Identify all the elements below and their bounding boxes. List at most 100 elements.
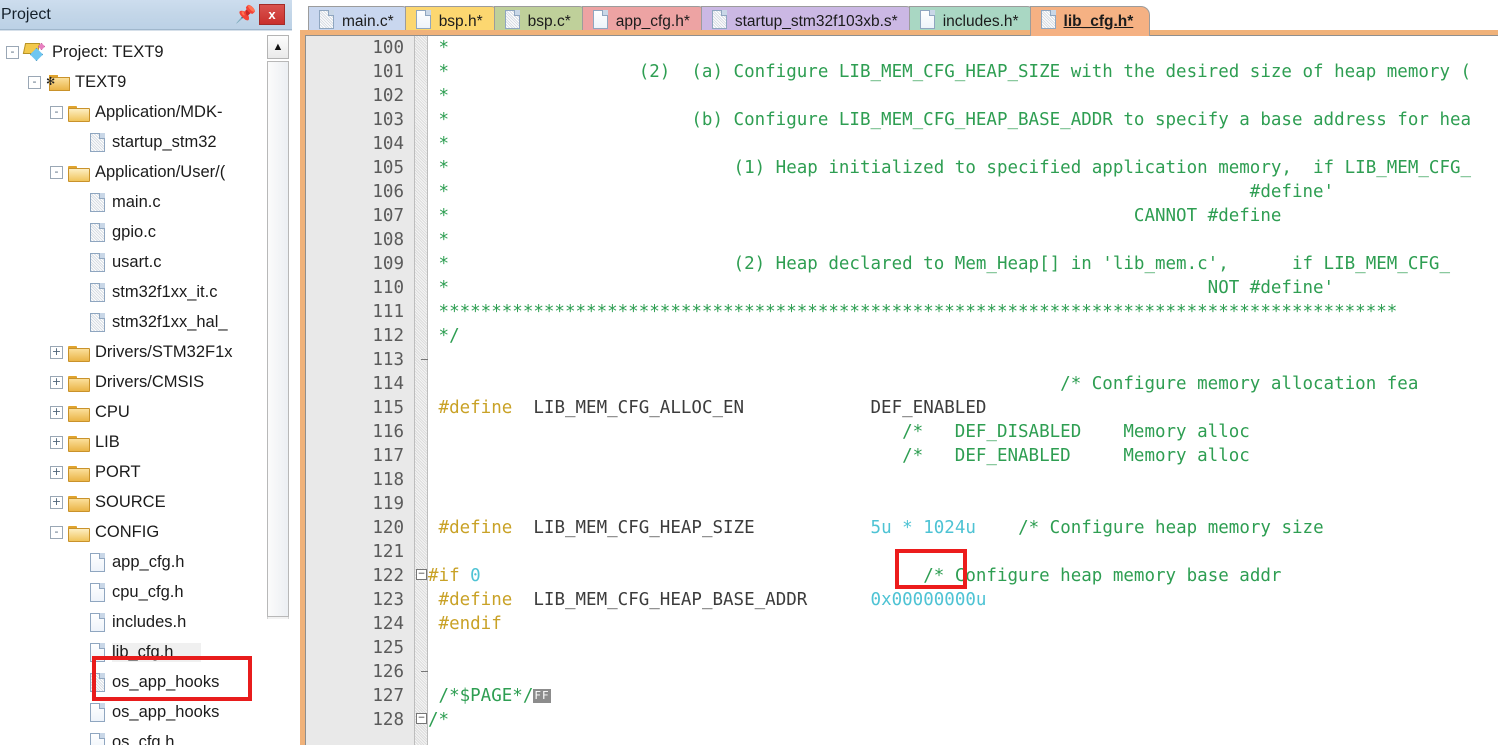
code-line[interactable]	[428, 348, 1498, 372]
code-line[interactable]: * CANNOT #define	[428, 204, 1498, 228]
code-line[interactable]: #if 0 /* Configure heap memory base addr	[428, 564, 1498, 588]
collapse-icon[interactable]: -	[6, 45, 19, 59]
fold-end-icon	[421, 359, 428, 360]
tree-item-drivers-cmsis[interactable]: + Drivers/CMSIS	[0, 367, 262, 397]
collapse-icon[interactable]: -	[50, 165, 63, 179]
tree-item-project-text9[interactable]: - Project: TEXT9	[0, 37, 262, 67]
code-line[interactable]: *	[428, 228, 1498, 252]
code-token: * #define'	[428, 182, 1335, 202]
code-line[interactable]	[428, 540, 1498, 564]
tree-item-os-app-hooks[interactable]: os_app_hooks	[0, 697, 262, 727]
code-line[interactable]	[428, 468, 1498, 492]
code-line[interactable]: * #define'	[428, 180, 1498, 204]
tree-item-gpio-c[interactable]: gpio.c	[0, 217, 262, 247]
code-line[interactable]: ****************************************…	[428, 300, 1498, 324]
line-number: 103	[372, 110, 404, 130]
code-folding-column[interactable]: − −	[414, 36, 428, 745]
tree-item-source[interactable]: + SOURCE	[0, 487, 262, 517]
expand-icon[interactable]: +	[50, 345, 63, 359]
code-line[interactable]	[428, 492, 1498, 516]
tree-item-lib[interactable]: + LIB	[0, 427, 262, 457]
tree-item-text9[interactable]: - ✻ TEXT9	[0, 67, 262, 97]
spacer-icon	[72, 286, 85, 299]
editor-surface[interactable]: 100 101 102 103 104 105 106 107 108 109 110 111 112 1…	[305, 35, 1498, 745]
tab-label: main.c*	[342, 12, 394, 30]
code-line[interactable]: * (2) Heap declared to Mem_Heap[] in 'li…	[428, 252, 1498, 276]
code-line[interactable]: /*	[428, 708, 1498, 732]
tree-item-os-cfg-h[interactable]: os_cfg.h	[0, 727, 262, 745]
file-icon	[90, 672, 105, 692]
expand-icon[interactable]: +	[50, 405, 63, 419]
scrollbar-thumb[interactable]	[267, 61, 289, 617]
tree-item-usart-c[interactable]: usart.c	[0, 247, 262, 277]
code-line[interactable]: #define LIB_MEM_CFG_HEAP_SIZE 5u * 1024u…	[428, 516, 1498, 540]
code-line[interactable]: #endif	[428, 612, 1498, 636]
fold-cell	[415, 636, 427, 660]
code-line[interactable]: * NOT #define'	[428, 276, 1498, 300]
tree-item-label: os_app_hooks	[112, 702, 220, 721]
expand-icon[interactable]: +	[50, 495, 63, 509]
tree-item-app-cfg-h[interactable]: app_cfg.h	[0, 547, 262, 577]
expand-icon[interactable]: +	[50, 375, 63, 389]
tree-item-startup-stm32[interactable]: startup_stm32	[0, 127, 262, 157]
collapse-icon[interactable]: -	[28, 75, 41, 89]
fold-cell	[415, 420, 427, 444]
tab-lib-cfg-h-[interactable]: lib_cfg.h*	[1029, 6, 1151, 36]
code-line[interactable]: * (2) (a) Configure LIB_MEM_CFG_HEAP_SIZ…	[428, 60, 1498, 84]
tree-item-includes-h[interactable]: includes.h	[0, 607, 262, 637]
code-line[interactable]: *	[428, 84, 1498, 108]
code-line[interactable]: */	[428, 324, 1498, 348]
fold-cell[interactable]: −	[415, 564, 427, 588]
code-line[interactable]: /* Configure memory allocation fea	[428, 372, 1498, 396]
expand-icon[interactable]: +	[50, 435, 63, 449]
tree-item-application-user-[interactable]: - Application/User/(	[0, 157, 262, 187]
line-number: 121	[372, 542, 404, 562]
fold-collapse-icon[interactable]: −	[416, 569, 427, 580]
code-line[interactable]: * (1) Heap initialized to specified appl…	[428, 156, 1498, 180]
tree-item-main-c[interactable]: main.c	[0, 187, 262, 217]
tree-item-label: stm32f1xx_it.c	[112, 282, 218, 301]
code-line[interactable]: /* DEF_ENABLED Memory alloc	[428, 444, 1498, 468]
scroll-up-icon[interactable]: ▲	[267, 35, 289, 59]
project-tree-scrollbar[interactable]: ▲	[267, 35, 289, 745]
panel-splitter[interactable]	[292, 0, 300, 745]
tree-item-config[interactable]: - CONFIG	[0, 517, 262, 547]
tree-item-lib-cfg-h[interactable]: lib_cfg.h	[0, 637, 262, 667]
fold-cell[interactable]	[415, 348, 428, 372]
pin-icon[interactable]: 📌	[233, 4, 259, 26]
tree-item-drivers-stm32f1x[interactable]: + Drivers/STM32F1x	[0, 337, 262, 367]
code-line[interactable]	[428, 660, 1498, 684]
fold-cell[interactable]: −	[415, 708, 427, 732]
code-line[interactable]: *	[428, 36, 1498, 60]
file-icon	[90, 552, 105, 572]
fold-collapse-icon[interactable]: −	[416, 713, 427, 724]
collapse-icon[interactable]: -	[50, 525, 63, 539]
tree-item-application-mdk-[interactable]: - Application/MDK-	[0, 97, 262, 127]
tree-item-label: LIB	[95, 432, 120, 451]
expand-icon[interactable]: +	[50, 465, 63, 479]
code-text-area[interactable]: * * (2) (a) Configure LIB_MEM_CFG_HEAP_S…	[428, 36, 1498, 745]
code-line[interactable]: /* DEF_DISABLED Memory alloc	[428, 420, 1498, 444]
tree-item-cpu-cfg-h[interactable]: cpu_cfg.h	[0, 577, 262, 607]
code-line[interactable]	[428, 636, 1498, 660]
close-icon[interactable]: x	[259, 4, 285, 25]
code-line[interactable]: /*$PAGE*/FF	[428, 684, 1498, 708]
code-line[interactable]: * (b) Configure LIB_MEM_CFG_HEAP_BASE_AD…	[428, 108, 1498, 132]
tree-item-port[interactable]: + PORT	[0, 457, 262, 487]
code-token: /* Configure heap memory size	[1018, 518, 1324, 538]
fold-cell[interactable]	[415, 660, 428, 684]
tree-item-label: Project: TEXT9	[52, 42, 164, 61]
tree-item-label: os_cfg.h	[112, 732, 175, 745]
code-line[interactable]: *	[428, 132, 1498, 156]
fold-cell	[415, 492, 427, 516]
code-token: * (2) Heap declared to Mem_Heap[] in 'li…	[428, 254, 1450, 274]
collapse-icon[interactable]: -	[50, 105, 63, 119]
fold-cell	[415, 540, 427, 564]
code-line[interactable]: #define LIB_MEM_CFG_ALLOC_EN DEF_ENABLED	[428, 396, 1498, 420]
tree-item-os-app-hooks[interactable]: os_app_hooks	[0, 667, 262, 697]
spacer-icon	[72, 616, 85, 629]
tree-item-stm32f1xx-it-c[interactable]: stm32f1xx_it.c	[0, 277, 262, 307]
code-line[interactable]: #define LIB_MEM_CFG_HEAP_BASE_ADDR 0x000…	[428, 588, 1498, 612]
tree-item-cpu[interactable]: + CPU	[0, 397, 262, 427]
tree-item-stm32f1xx-hal-[interactable]: stm32f1xx_hal_	[0, 307, 262, 337]
